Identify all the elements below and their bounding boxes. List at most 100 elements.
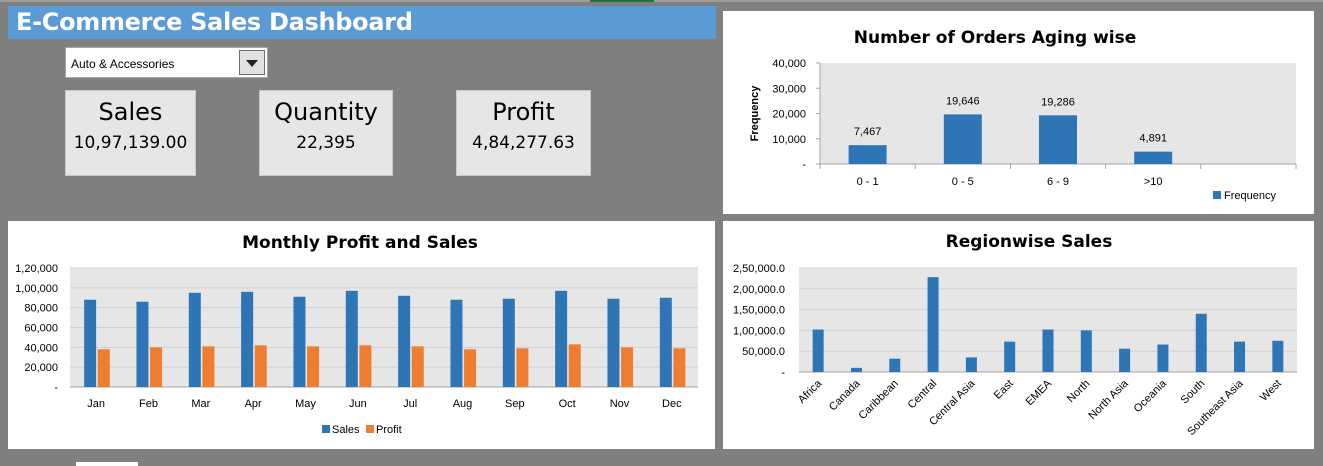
y-tick-label: 40,000: [772, 58, 806, 70]
selected-column-marker: [590, 0, 654, 2]
chart-title: Monthly Profit and Sales: [242, 233, 478, 253]
profit-bar-Dec: [673, 348, 686, 387]
legend-swatch-profit: [366, 425, 374, 433]
bar-6 - 9: [1039, 115, 1077, 164]
regionwise-sales-chart-svg: Regionwise Sales - 50,000.0 1,00,000.0 1,50,…: [733, 232, 1297, 438]
x-tick-label: Mar: [191, 398, 210, 410]
bar->10: [1134, 151, 1173, 164]
orders-aging-chart-svg: Number of Orders Aging wise - 10,000 20,000…: [749, 28, 1297, 202]
x-tick-label: Nov: [610, 398, 630, 410]
bar-0 - 1: [848, 145, 887, 164]
x-tick-label: Oceania: [1132, 377, 1170, 415]
profit-bar-Nov: [621, 347, 634, 387]
quantity-kpi-value: 22,395: [296, 133, 356, 153]
y-axis-label: Frequency: [749, 85, 761, 142]
sales-bar-Jun: [345, 290, 358, 387]
data-label: 7,467: [854, 126, 882, 138]
x-tick-label: 6 - 9: [1047, 176, 1069, 188]
x-tick-label: Apr: [245, 398, 262, 410]
chevron-down-icon[interactable]: [239, 50, 265, 75]
chart-title: Regionwise Sales: [946, 232, 1113, 252]
y-tick-label: 1,20,000: [15, 263, 58, 275]
profit-bar-Jun: [359, 345, 372, 387]
x-tick-label: Jan: [87, 398, 105, 410]
sales-bar-Jan: [84, 299, 97, 387]
x-tick-label: West: [1258, 378, 1284, 404]
profit-bar-Sep: [516, 348, 529, 387]
legend-label-profit: Profit: [376, 424, 402, 436]
y-tick-label: 40,000: [24, 342, 58, 354]
y-tick-label: 1,50,000.0: [733, 305, 785, 317]
sales-bar-Mar: [188, 292, 201, 387]
sales-bar-Sep: [502, 298, 515, 387]
x-tick-label: Caribbean: [857, 378, 901, 422]
data-label: 19,646: [946, 95, 980, 107]
x-tick-label: 0 - 1: [857, 176, 879, 188]
region-bar-canada: [850, 367, 862, 372]
sales-kpi-value: 10,97,139.00: [73, 133, 188, 153]
y-tick-label: 10,000: [772, 134, 806, 146]
profit-bar-Mar: [202, 346, 215, 387]
region-bar-north-asia: [1119, 348, 1131, 372]
profit-bar-May: [307, 346, 320, 387]
x-tick-label: Canada: [827, 377, 863, 413]
legend-label-sales: Sales: [332, 424, 360, 436]
profit-bar-Jan: [97, 349, 110, 387]
monthly-profit-sales-chart-svg: Monthly Profit and Sales - 20,000 40,000 60,…: [15, 233, 698, 436]
region-bar-east: [1004, 341, 1016, 372]
y-tick-label: 2,50,000.0: [733, 263, 785, 275]
x-tick-label: EMEA: [1024, 377, 1055, 408]
y-tick-label: 50,000.0: [742, 346, 785, 358]
x-tick-label: May: [295, 398, 316, 410]
x-tick-label: North Asia: [1086, 377, 1131, 422]
profit-bar-Jul: [411, 346, 424, 387]
region-bar-emea: [1042, 329, 1054, 372]
profit-bar-Oct: [568, 344, 581, 387]
quantity-kpi-label: Quantity: [274, 98, 378, 126]
quantity-kpi-card: Quantity 22,395: [259, 90, 393, 176]
profit-bar-Apr: [254, 345, 267, 387]
category-dropdown[interactable]: Auto & Accessories: [65, 47, 268, 78]
dashboard-title: E-Commerce Sales Dashboard: [16, 8, 413, 36]
chart-title: Number of Orders Aging wise: [854, 28, 1137, 48]
y-tick-label: 1,00,000.0: [733, 325, 785, 337]
legend-label-frequency: Frequency: [1224, 190, 1276, 202]
profit-bar-Feb: [150, 347, 163, 387]
legend-swatch-frequency: [1213, 191, 1221, 199]
sales-bar-Jul: [398, 295, 411, 387]
profit-kpi-card: Profit 4,84,277.63: [456, 90, 591, 176]
x-tick-label: Central: [906, 378, 940, 412]
sheet-tab[interactable]: [76, 462, 138, 466]
y-tick-label: 20,000: [24, 362, 58, 374]
regionwise-sales-chart[interactable]: Regionwise Sales - 50,000.0 1,00,000.0 1,50,…: [723, 221, 1314, 449]
x-tick-label: North: [1065, 378, 1093, 406]
sales-kpi-card: Sales 10,97,139.00: [65, 90, 196, 176]
x-tick-label: Jun: [349, 398, 367, 410]
region-bar-south: [1195, 313, 1207, 372]
sales-bar-Feb: [136, 301, 149, 387]
sales-bar-Dec: [659, 297, 672, 387]
x-tick-label: 0 - 5: [952, 176, 974, 188]
region-bar-africa: [812, 329, 824, 372]
data-label: 19,286: [1041, 96, 1075, 108]
orders-aging-chart[interactable]: Number of Orders Aging wise - 10,000 20,000…: [723, 11, 1314, 214]
y-tick-label: -: [802, 159, 806, 171]
x-tick-label: East: [992, 378, 1016, 402]
x-tick-label: Dec: [662, 398, 682, 410]
region-bar-southeast-asia: [1234, 341, 1246, 372]
region-bar-oceania: [1157, 344, 1169, 372]
region-bar-caribbean: [889, 358, 901, 372]
y-tick-label: -: [781, 367, 785, 379]
monthly-profit-sales-chart[interactable]: Monthly Profit and Sales - 20,000 40,000 60,…: [8, 221, 715, 449]
y-tick-label: 80,000: [24, 303, 58, 315]
region-bar-central-asia: [965, 357, 977, 372]
profit-kpi-label: Profit: [492, 98, 555, 126]
y-tick-label: 20,000: [772, 109, 806, 121]
y-tick-label: 30,000: [772, 83, 806, 95]
region-bar-central: [927, 277, 939, 372]
y-tick-label: -: [54, 382, 58, 394]
bar-0 - 5: [943, 114, 982, 164]
data-label: 4,891: [1139, 133, 1167, 145]
x-tick-label: Africa: [796, 377, 825, 406]
sales-bar-Nov: [607, 298, 620, 387]
